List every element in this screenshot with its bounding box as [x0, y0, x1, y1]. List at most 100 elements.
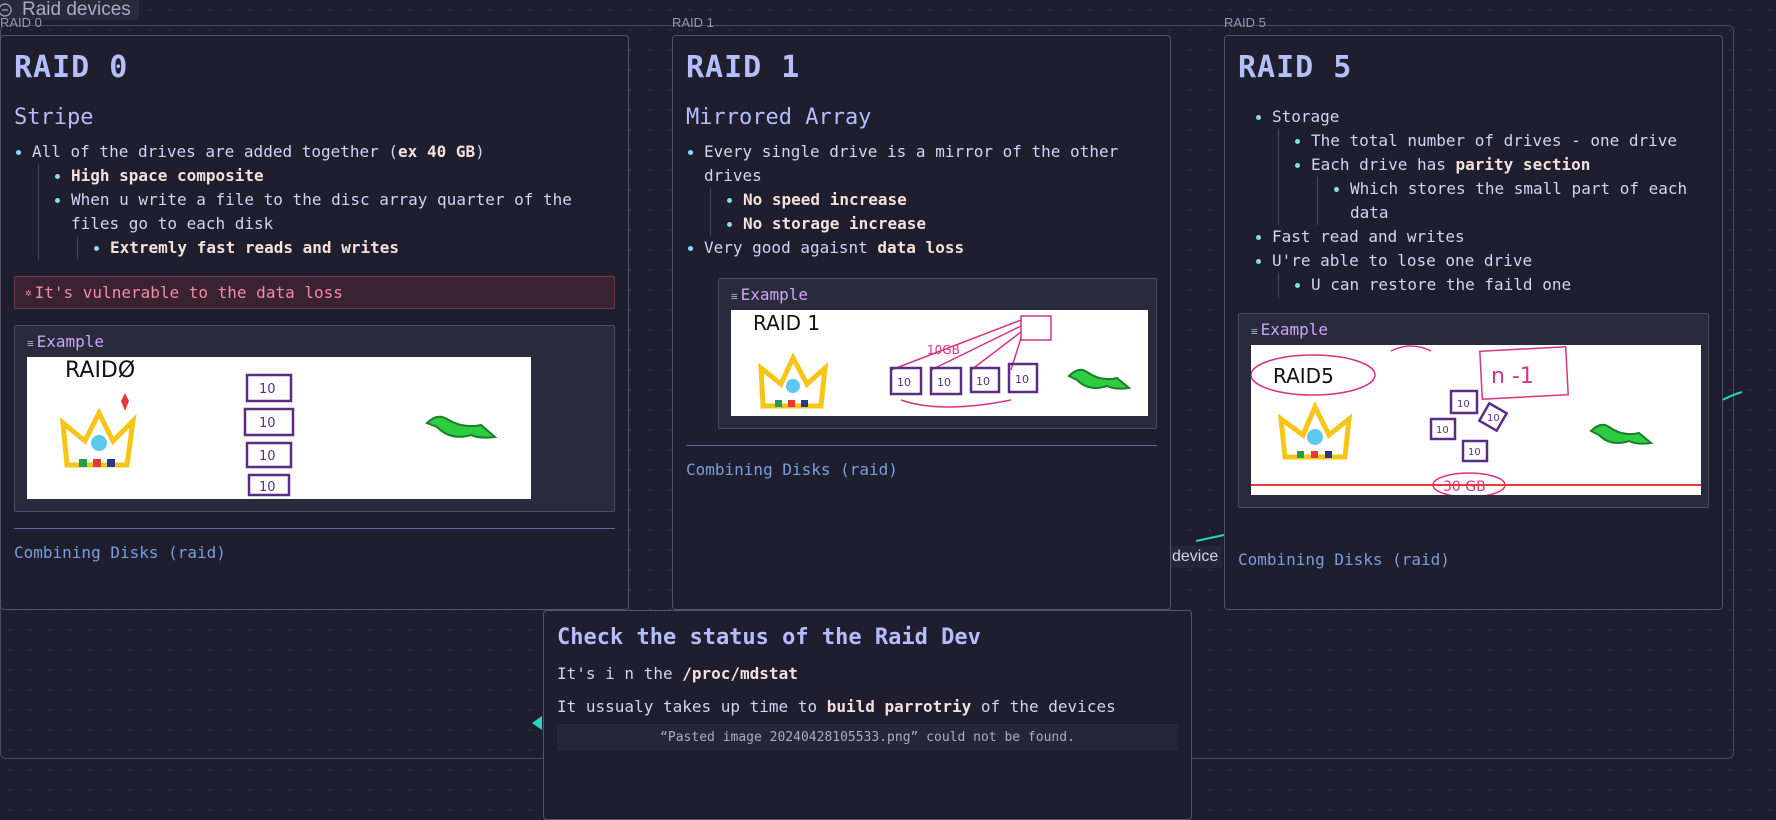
- example-title: ≡ Example: [27, 332, 602, 351]
- list-item-text: When u write a file to the disc array qu…: [71, 190, 572, 233]
- example-title: ≡ Example: [1251, 320, 1696, 339]
- paragraph: It's i n the /proc/mdstat: [557, 662, 1178, 686]
- list-item-text: Every single drive is a mirror of the ot…: [704, 142, 1119, 185]
- crown-icon: [1277, 401, 1353, 460]
- sketch-caption: RAIDØ: [65, 358, 135, 383]
- disk-labels: 10 10 10 10: [1436, 399, 1500, 458]
- list-item-bold: No speed increase: [743, 190, 907, 209]
- card-label-raid1[interactable]: RAID 1: [672, 15, 714, 30]
- card-heading: RAID 5: [1238, 50, 1353, 85]
- paragraph: It ussualy takes up time to build parrot…: [557, 695, 1178, 719]
- list-item-bold: High space composite: [71, 166, 264, 185]
- disk-label: 10: [259, 449, 276, 464]
- list-icon: ≡: [731, 290, 738, 303]
- dragon-icon: [425, 415, 498, 439]
- raid1-sketch: RAID 1 10GB 10 10 10 10: [753, 311, 1132, 409]
- list-item: No speed increase: [725, 188, 1157, 212]
- disk-label: 10: [259, 416, 276, 431]
- example-title-text: Example: [1260, 320, 1329, 339]
- list-item: U're able to lose one drive U can restor…: [1254, 249, 1709, 297]
- raid5-sketch: RAID5 n -1 10 10 10 10 30 GB: [1251, 345, 1701, 495]
- paragraph-text: of the devices: [971, 697, 1116, 716]
- list-item: U can restore the faild one: [1293, 273, 1709, 297]
- divider: [14, 528, 615, 529]
- disk-label: 10: [1487, 413, 1500, 424]
- list-item: Very good agaisnt data loss: [686, 236, 1157, 260]
- list-item-text: All of the drives are added together (: [32, 142, 399, 161]
- danger-callout[interactable]: ✲ It's vulnerable to the data loss: [14, 276, 615, 309]
- list-item-text: Fast read and writes: [1272, 227, 1465, 246]
- disk-label: 10: [1468, 447, 1481, 458]
- list-icon: ≡: [1251, 325, 1258, 338]
- raid0-sketch-image[interactable]: RAIDØ 10 10 10 10: [27, 357, 531, 499]
- paragraph-bold: /proc/mdstat: [682, 664, 798, 683]
- list-icon: ≡: [27, 337, 34, 350]
- list-item-text: U can restore the faild one: [1311, 275, 1572, 294]
- internal-link[interactable]: Combining Disks (raid): [1238, 550, 1709, 569]
- disk-labels: 10 10 10 10: [259, 382, 276, 495]
- list-item-text: Each drive has: [1311, 155, 1456, 174]
- example-callout[interactable]: ≡ Example RAID 1 10GB 10 10 10 10: [718, 278, 1157, 429]
- card-label-raid0[interactable]: RAID 0: [0, 15, 42, 30]
- sketch-curve: [1390, 345, 1432, 352]
- card-raid5[interactable]: RAID 5 Storage The total number of drive…: [1224, 35, 1723, 610]
- sketch-size: 30 GB: [1443, 479, 1486, 495]
- crown-icon: [758, 352, 829, 409]
- card-subheading: Mirrored Array: [686, 105, 872, 130]
- crown-icon: [59, 393, 137, 468]
- card-label-raid5[interactable]: RAID 5: [1224, 15, 1266, 30]
- sketch-caption: RAID 1: [753, 311, 820, 335]
- disk-label: 10: [937, 376, 951, 389]
- list-item-bold: data loss: [877, 238, 965, 257]
- bullet-list: All of the drives are added together (ex…: [14, 140, 615, 260]
- disk-label: 10: [897, 376, 911, 389]
- card-raid-status[interactable]: Check the status of the Raid Dev It's i …: [543, 610, 1192, 820]
- list-item: When u write a file to the disc array qu…: [53, 188, 615, 260]
- bullet-list: Every single drive is a mirror of the ot…: [686, 140, 1157, 260]
- edge-label[interactable]: device: [1168, 546, 1223, 568]
- list-item-text: Storage: [1272, 107, 1340, 126]
- raid0-sketch: RAIDØ 10 10 10 10: [59, 358, 498, 497]
- list-item: Extremly fast reads and writes: [92, 236, 615, 260]
- list-item: Every single drive is a mirror of the ot…: [686, 140, 1157, 236]
- list-item-text: Very good agaisnt: [704, 238, 878, 257]
- list-item-text: The total number of drives - one drive: [1311, 131, 1678, 150]
- raid1-sketch-image[interactable]: RAID 1 10GB 10 10 10 10: [731, 310, 1148, 416]
- example-title-text: Example: [740, 285, 809, 304]
- list-item-text: Which stores the small part of each data: [1350, 179, 1688, 222]
- example-title: ≡ Example: [731, 285, 1144, 304]
- list-item: Each drive has parity section Which stor…: [1293, 153, 1709, 225]
- bullet-list: Storage The total number of drives - one…: [1254, 105, 1709, 297]
- list-item: Fast read and writes: [1254, 225, 1709, 249]
- list-item-bold: Extremly fast reads and writes: [110, 238, 399, 257]
- list-item: All of the drives are added together (ex…: [14, 140, 615, 260]
- divider: [686, 445, 1157, 446]
- disk-label: 10: [976, 375, 990, 388]
- disk-label: 10: [259, 480, 276, 495]
- paragraph-text: It ussualy takes up time to: [557, 697, 827, 716]
- callout-text: It's vulnerable to the data loss: [34, 283, 343, 302]
- missing-image-notice: “Pasted image 20240428105533.png” could …: [557, 724, 1178, 751]
- list-item: The total number of drives - one drive: [1293, 129, 1709, 153]
- raid5-sketch-image[interactable]: RAID5 n -1 10 10 10 10 30 GB: [1251, 345, 1701, 495]
- card-raid0[interactable]: RAID 0 Stripe All of the drives are adde…: [0, 35, 629, 610]
- card-raid1[interactable]: RAID 1 Mirrored Array Every single drive…: [672, 35, 1171, 610]
- list-item: High space composite: [53, 164, 615, 188]
- list-item-text: U're able to lose one drive: [1272, 251, 1533, 270]
- card-heading: Check the status of the Raid Dev: [557, 625, 981, 650]
- disk-label: 10: [1015, 373, 1029, 386]
- example-callout[interactable]: ≡ Example RAIDØ 10 10 10 10: [14, 325, 615, 512]
- list-item-text: ): [475, 142, 485, 161]
- example-callout[interactable]: ≡ Example RAID5 n -1 10 10 10 10 30 GB: [1238, 313, 1709, 508]
- list-item: Which stores the small part of each data: [1332, 177, 1709, 225]
- internal-link[interactable]: Combining Disks (raid): [14, 543, 615, 562]
- list-item-bold: ex 40 GB: [398, 142, 476, 161]
- paragraph-bold: build parrotriy: [826, 697, 972, 716]
- sketch-caption: RAID5: [1273, 364, 1334, 388]
- disk-label: 10: [1436, 425, 1449, 436]
- sketch-formula: n -1: [1491, 364, 1534, 389]
- disk-label: 10: [259, 382, 276, 397]
- example-title-text: Example: [36, 332, 105, 351]
- list-item: Storage The total number of drives - one…: [1254, 105, 1709, 225]
- internal-link[interactable]: Combining Disks (raid): [686, 460, 1157, 479]
